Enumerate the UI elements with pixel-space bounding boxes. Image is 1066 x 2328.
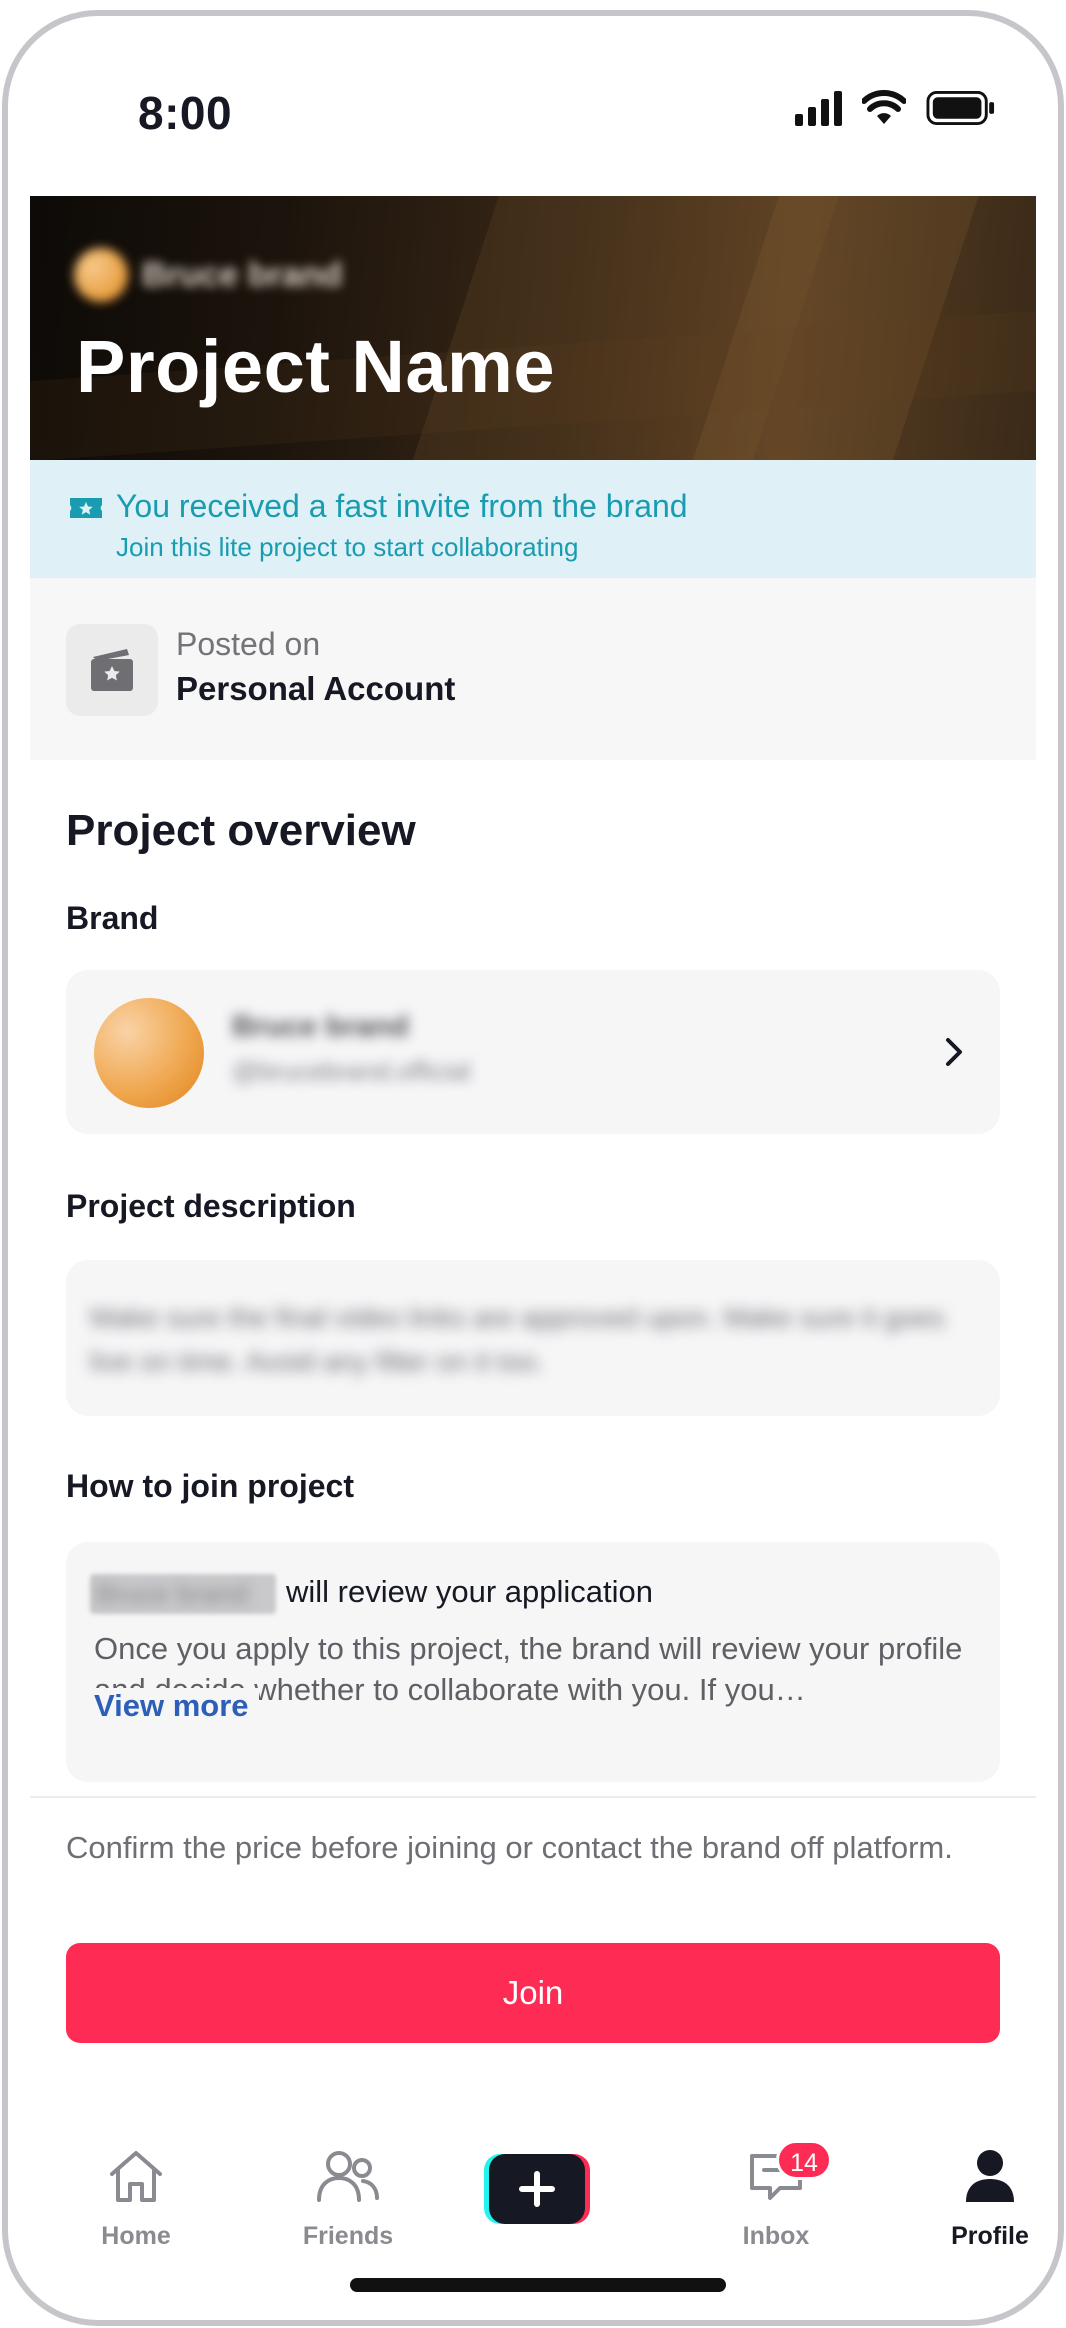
posted-on-label: Posted on xyxy=(176,626,321,662)
join-button[interactable]: Join xyxy=(66,1943,1000,2043)
status-bar: 8:00 xyxy=(30,16,1036,196)
project-overview-heading: Project overview xyxy=(66,806,416,855)
battery-icon xyxy=(926,90,995,126)
fast-invite-banner: You received a fast invite from the bran… xyxy=(30,460,1036,578)
account-card-icon xyxy=(66,624,158,716)
project-description-text: Make sure the final video links are appr… xyxy=(90,1302,945,1377)
tab-inbox-label: Inbox xyxy=(742,2222,810,2250)
bottom-tab-bar: Home Friends 14 Inbox Profile xyxy=(30,2124,1036,2274)
brand-avatar xyxy=(94,998,204,1108)
header-brand[interactable]: Bruce brand xyxy=(74,248,342,302)
screen: 8:00 Bruce brand Project Name You receiv… xyxy=(30,16,1036,2320)
profile-icon xyxy=(966,2150,1014,2202)
how-to-join-card: Bruce brand will review your application… xyxy=(66,1542,1000,1782)
brand-handle: @brucebrand.official xyxy=(232,1056,471,1086)
brand-heading: Brand xyxy=(66,900,159,936)
review-brand-name: Bruce brand xyxy=(96,1578,249,1609)
header-brand-name: Bruce brand xyxy=(142,255,343,294)
status-time: 8:00 xyxy=(138,87,233,139)
review-title: will review your application xyxy=(286,1574,653,1609)
brand-logo xyxy=(74,248,128,302)
friends-icon xyxy=(317,2151,379,2202)
tab-home[interactable]: Home xyxy=(36,2124,236,2264)
view-more-link[interactable]: View more xyxy=(94,1688,259,1724)
status-icons xyxy=(795,90,996,126)
posted-account-name: Personal Account xyxy=(176,670,456,707)
confirm-price-note: Confirm the price before joining or cont… xyxy=(66,1830,953,1865)
wifi-icon xyxy=(862,90,906,124)
brand-name: Bruce brand xyxy=(232,1010,409,1043)
chevron-right-icon xyxy=(946,1038,962,1066)
ticket-icon xyxy=(70,498,102,518)
footer-divider xyxy=(30,1796,1036,1798)
tab-friends-label: Friends xyxy=(302,2222,394,2250)
tab-home-label: Home xyxy=(101,2222,171,2250)
how-to-join-heading: How to join project xyxy=(66,1468,354,1504)
home-indicator xyxy=(350,2278,726,2292)
inbox-badge: 14 xyxy=(776,2140,832,2180)
create-plus-button[interactable] xyxy=(484,2154,590,2224)
invite-title: You received a fast invite from the bran… xyxy=(116,488,688,524)
home-icon xyxy=(110,2151,162,2202)
tab-friends[interactable]: Friends xyxy=(248,2124,448,2264)
tab-inbox[interactable]: 14 Inbox xyxy=(676,2124,876,2264)
phone-frame: 8:00 Bruce brand Project Name You receiv… xyxy=(2,10,1064,2326)
posted-on-section: Posted on Personal Account xyxy=(30,578,1036,760)
invite-subtitle: Join this lite project to start collabor… xyxy=(116,532,579,562)
project-description-card: Make sure the final video links are appr… xyxy=(66,1260,1000,1416)
project-title: Project Name xyxy=(76,325,555,408)
project-description-heading: Project description xyxy=(66,1188,356,1224)
brand-card[interactable]: Bruce brand @brucebrand.official xyxy=(66,970,1000,1134)
project-header-banner: Bruce brand Project Name xyxy=(30,196,1036,460)
tab-profile[interactable]: Profile xyxy=(890,2124,1058,2264)
cellular-signal-icon xyxy=(795,90,842,126)
tab-profile-label: Profile xyxy=(951,2222,1029,2250)
